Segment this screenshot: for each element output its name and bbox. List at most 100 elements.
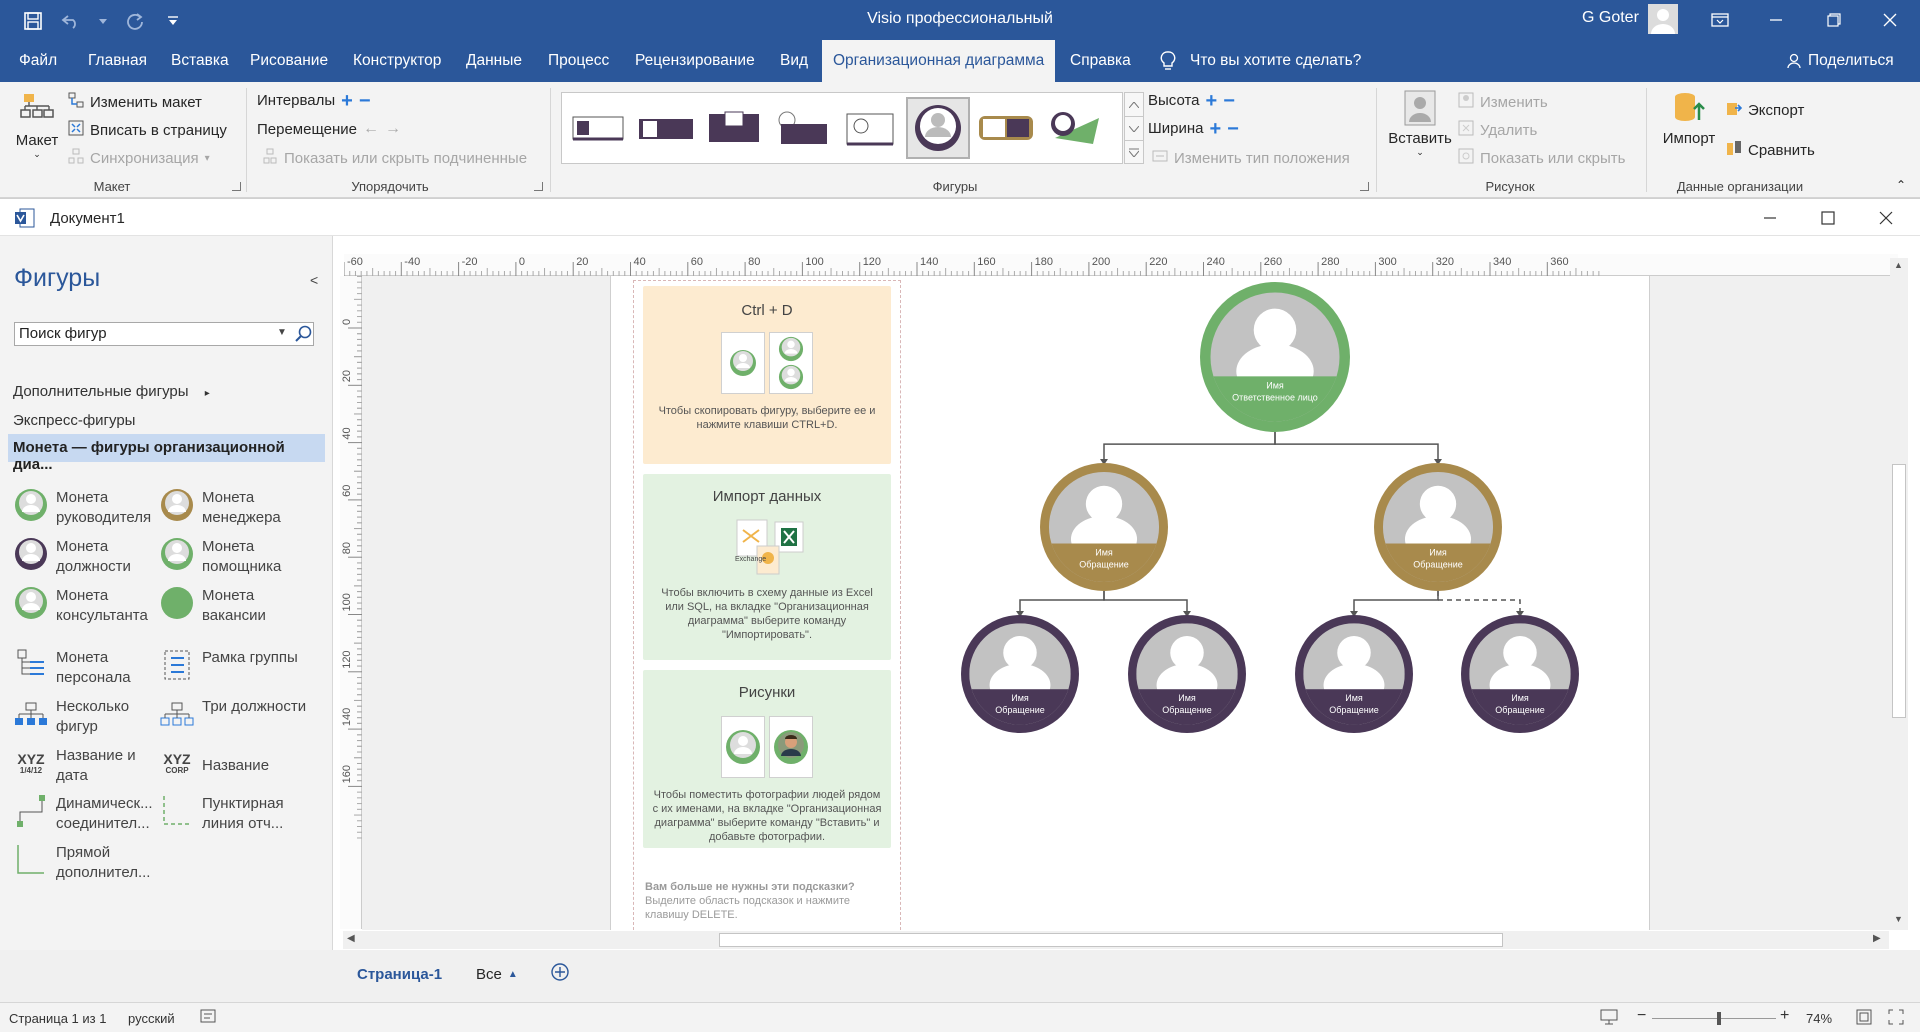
tip-import-data[interactable]: Импорт данных Exchange Чтобы включить в … [643,474,891,660]
scroll-right-icon[interactable]: ▶ [1873,933,1881,944]
tip-ctrl-d[interactable]: Ctrl + D Чтобы скопировать фигуру, выбер… [643,286,891,464]
export-button[interactable]: Экспорт [1726,100,1804,120]
zoom-out-icon[interactable]: − [1637,1007,1646,1025]
connector-line[interactable] [1103,591,1188,611]
tab-insert[interactable]: Вставка [171,40,229,82]
org-node-manager[interactable]: Имя Обращение [1040,463,1168,599]
stencil-item-manager-coin[interactable]: Монета менеджера [160,488,308,528]
tab-help[interactable]: Справка [1070,40,1131,82]
share-button[interactable]: Поделиться [1786,52,1894,70]
dialog-launcher-icon[interactable] [534,182,543,191]
drawing-page[interactable]: Ctrl + D Чтобы скопировать фигуру, выбер… [610,276,1650,930]
stencil-item-multiple-shapes[interactable]: Несколько фигур [14,697,162,737]
style-gallery-item[interactable] [634,97,698,159]
fit-page-window-icon[interactable] [1856,1009,1872,1025]
connector-line[interactable] [1103,432,1276,459]
change-position-type-button[interactable]: Изменить тип положения [1152,148,1350,168]
macro-recorder-icon[interactable] [200,1009,216,1023]
tab-draw[interactable]: Рисование [250,40,328,82]
zoom-slider-thumb[interactable] [1717,1012,1722,1025]
stencil-item-position-coin[interactable]: Монета должности [14,537,162,577]
zoom-slider-track[interactable] [1652,1018,1776,1019]
style-gallery-item[interactable] [974,97,1038,159]
stencil-item-dynamic-connector[interactable]: Динамическ... соединител... [14,794,162,834]
style-gallery-item[interactable] [566,97,630,159]
zoom-in-icon[interactable]: + [1780,1007,1789,1025]
tip-pictures[interactable]: Рисунки Чтобы поместить фотографии людей… [643,670,891,848]
minus-icon[interactable]: − [1227,119,1239,139]
tab-file[interactable]: Файл [19,40,57,82]
plus-icon[interactable]: + [341,91,353,111]
gallery-up-icon[interactable] [1124,92,1144,116]
style-gallery-item-selected[interactable] [906,97,970,159]
scroll-down-icon[interactable]: ▼ [1894,914,1903,924]
doc-close-icon[interactable] [1876,208,1896,228]
stencil-item-consultant-coin[interactable]: Монета консультанта [14,586,162,626]
close-icon[interactable] [1876,6,1904,34]
more-shapes-link[interactable]: Дополнительные фигуры ▸ [13,383,210,400]
ribbon-display-options-icon[interactable] [1706,6,1734,34]
stencil-item-vacancy-coin[interactable]: Монета вакансии [160,586,308,626]
connector-line[interactable] [1274,432,1439,459]
scroll-up-icon[interactable]: ▲ [1894,260,1903,270]
org-node-executive[interactable]: Имя Ответственное лицо [1200,282,1350,441]
gallery-more-icon[interactable] [1124,140,1144,164]
tab-review[interactable]: Рецензирование [635,40,755,82]
user-name[interactable]: G Goter [1582,9,1639,27]
drawing-canvas[interactable]: Ctrl + D Чтобы скопировать фигуру, выбер… [362,276,1898,930]
plus-icon[interactable]: + [1209,119,1221,139]
search-shapes-input[interactable]: Поиск фигур ▼ [14,322,314,346]
stencil-item-assistant-coin[interactable]: Монета помощника [160,537,308,577]
horizontal-scrollbar[interactable]: ◀ ▶ [343,931,1889,949]
tab-process[interactable]: Процесс [548,40,609,82]
all-pages-button[interactable]: Все ▲ [476,966,518,983]
delete-picture-button[interactable]: Удалить [1458,120,1537,140]
dialog-launcher-icon[interactable] [1360,182,1369,191]
zoom-level[interactable]: 74% [1806,1011,1832,1026]
tab-view[interactable]: Вид [780,40,808,82]
minus-icon[interactable]: − [359,91,371,111]
search-dropdown-icon[interactable]: ▼ [277,327,287,338]
arrow-left-icon[interactable]: ← [363,120,379,138]
sync-button[interactable]: Синхронизация ▾ [68,148,210,168]
show-hide-picture-button[interactable]: Показать или скрыть [1458,148,1625,168]
stencil-coin-org[interactable]: Монета — фигуры организационной диа... [8,434,325,473]
stencil-item-title[interactable]: XYZ CORP Название [160,746,308,780]
scroll-left-icon[interactable]: ◀ [347,933,355,944]
style-gallery-item[interactable] [838,97,902,159]
search-icon[interactable] [295,325,313,343]
stencil-item-staff-coin[interactable]: Монета персонала [14,648,162,688]
minus-icon[interactable]: − [1223,91,1235,111]
org-node-manager[interactable]: Имя Обращение [1374,463,1502,599]
doc-maximize-icon[interactable] [1818,208,1838,228]
tell-me-box[interactable]: Что вы хотите сделать? [1160,40,1361,82]
stencil-item-group-frame[interactable]: Рамка группы [160,648,308,682]
fit-to-page-button[interactable]: Вписать в страницу [68,120,227,140]
tab-design[interactable]: Конструктор [353,40,441,82]
compare-button[interactable]: Сравнить [1726,140,1815,160]
stencil-item-dotted-line[interactable]: Пунктирная линия отч... [160,794,308,834]
user-avatar[interactable] [1648,4,1678,34]
org-node-position[interactable]: Имя Обращение [1128,615,1246,740]
stencil-item-title-date[interactable]: XYZ 1/4/12 Название и дата [14,746,162,786]
import-button[interactable]: Импорт [1656,90,1722,147]
org-chart[interactable]: Имя Ответственное лицо Имя Обращение Имя Обра… [911,276,1631,930]
org-node-position[interactable]: Имя Обращение [1461,615,1579,740]
style-gallery-item[interactable] [1042,97,1106,159]
doc-minimize-icon[interactable] [1760,208,1780,228]
vertical-scroll-thumb[interactable] [1892,464,1906,718]
gallery-down-icon[interactable] [1124,116,1144,140]
vertical-scrollbar[interactable]: ▲ ▼ [1890,258,1908,930]
page-tab-1[interactable]: Страница-1 [357,966,442,983]
tab-data[interactable]: Данные [466,40,522,82]
plus-icon[interactable]: + [1206,91,1218,111]
collapse-ribbon-icon[interactable]: ⌃ [1896,178,1906,192]
switch-windows-icon[interactable] [1888,1009,1904,1025]
connector-line[interactable] [1437,591,1521,611]
connector-line[interactable] [1019,591,1105,611]
change-picture-button[interactable]: Изменить [1458,92,1548,112]
org-node-position[interactable]: Имя Обращение [1295,615,1413,740]
quick-shapes-link[interactable]: Экспресс-фигуры [13,412,135,429]
collapse-pane-icon[interactable]: < [310,272,318,288]
dialog-launcher-icon[interactable] [232,182,241,191]
